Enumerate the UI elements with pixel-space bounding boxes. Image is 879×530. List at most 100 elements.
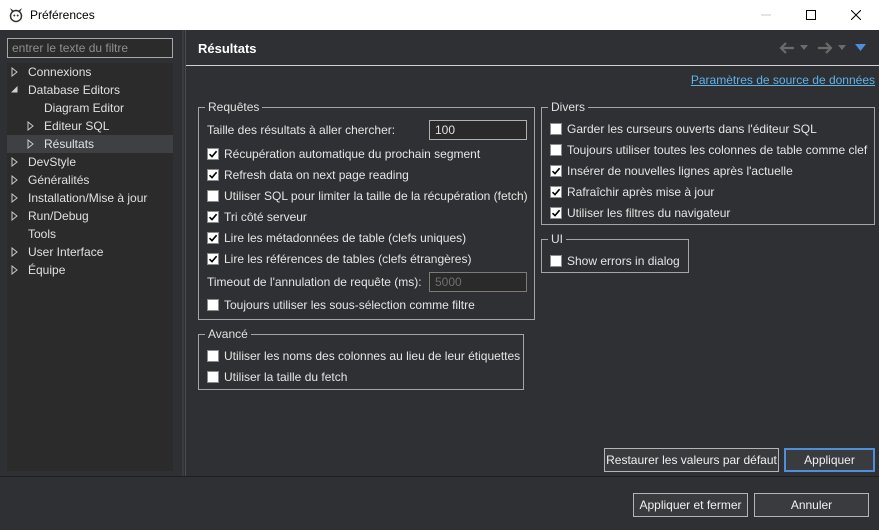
page-header: Résultats: [186, 30, 879, 66]
collapsed-arrow-icon[interactable]: [10, 265, 19, 275]
checkmark-icon: [208, 255, 218, 263]
tree-item-connexions[interactable]: Connexions: [7, 63, 173, 81]
collapsed-arrow-icon[interactable]: [26, 139, 35, 149]
checkbox-box[interactable]: [550, 144, 562, 156]
checkbox-box[interactable]: [550, 123, 562, 135]
back-dropdown-icon[interactable]: [800, 45, 808, 51]
checkbox-box[interactable]: [550, 207, 562, 219]
app-icon: [9, 8, 23, 23]
tree-item-tools[interactable]: Tools: [7, 225, 173, 243]
checkbox-box[interactable]: [550, 255, 562, 267]
checkbox-label: Refresh data on next page reading: [224, 168, 409, 182]
checkbox-label: Insérer de nouvelles lignes après l'actu…: [567, 164, 793, 178]
checkbox-label: Récupération automatique du prochain seg…: [224, 147, 481, 161]
checkbox-box[interactable]: [207, 299, 219, 311]
apply-button[interactable]: Appliquer: [784, 448, 875, 472]
collapsed-arrow-icon[interactable]: [10, 193, 19, 203]
tree-item-installation-mise-a-jour[interactable]: Installation/Mise à jour: [7, 189, 173, 207]
tree-item-label: DevStyle: [28, 155, 77, 169]
checkbox-box[interactable]: [550, 165, 562, 177]
tree-item-label: Généralités: [28, 173, 90, 187]
tree-item-label: User Interface: [28, 245, 104, 259]
checkbox-box[interactable]: [207, 190, 219, 202]
checkmark-icon: [208, 234, 218, 242]
tree-item-label: Run/Debug: [28, 209, 89, 223]
collapsed-arrow-icon[interactable]: [10, 67, 19, 77]
checkbox-box[interactable]: [550, 186, 562, 198]
window-title: Préférences: [30, 8, 95, 22]
tree-item-run-debug[interactable]: Run/Debug: [7, 207, 173, 225]
checkbox-box[interactable]: [207, 350, 219, 362]
forward-dropdown-icon[interactable]: [838, 45, 846, 51]
maximize-button[interactable]: [788, 0, 834, 30]
checkmark-icon: [551, 188, 561, 196]
checkbox-label: Utiliser les filtres du navigateur: [567, 206, 731, 220]
collapsed-arrow-icon[interactable]: [26, 121, 35, 131]
expanded-arrow-icon[interactable]: [10, 85, 19, 95]
queries-group: Requêtes Taille des résultats à aller ch…: [198, 99, 535, 320]
tree-item-user-interface[interactable]: User Interface: [7, 243, 173, 261]
page-title: Résultats: [198, 41, 257, 56]
checkbox-box[interactable]: [207, 211, 219, 223]
tree-item-generalites[interactable]: Généralités: [7, 171, 173, 189]
filter-input[interactable]: [7, 38, 173, 58]
checkbox-label: Lire les métadonnées de table (clefs uni…: [224, 231, 467, 245]
tree-item-label: Installation/Mise à jour: [28, 191, 148, 205]
tree-item-resultats[interactable]: Résultats: [7, 135, 173, 153]
collapsed-arrow-icon[interactable]: [10, 157, 19, 167]
checkbox-box[interactable]: [207, 169, 219, 181]
collapsed-arrow-icon[interactable]: [10, 247, 19, 257]
checkbox-label: Utiliser les noms des colonnes au lieu d…: [224, 349, 521, 363]
checkbox-box[interactable]: [207, 253, 219, 265]
back-arrow-icon[interactable]: [778, 41, 796, 55]
preference-page: Résultats Paramètres de source de donnée…: [185, 30, 879, 476]
apply-and-close-button[interactable]: Appliquer et fermer: [633, 493, 748, 517]
tree-item-label: Équipe: [28, 263, 66, 277]
tree-item-label: Diagram Editor: [44, 101, 125, 115]
checkbox-label: Toujours utiliser toutes les colonnes de…: [567, 143, 868, 157]
tree-item-label: Tools: [28, 227, 57, 241]
checkmark-icon: [208, 213, 218, 221]
preferences-tree: Connexions Database Editors Diagram Editor…: [7, 63, 173, 471]
collapsed-arrow-icon[interactable]: [10, 175, 19, 185]
checkbox-label: Utiliser SQL pour limiter la taille de l…: [224, 189, 528, 203]
preferences-navigation: Connexions Database Editors Diagram Editor…: [0, 30, 180, 476]
checkbox-label: Utiliser la taille du fetch: [224, 370, 348, 384]
tree-item-database-editors[interactable]: Database Editors: [7, 81, 173, 99]
fetch-size-input[interactable]: 100: [429, 120, 527, 140]
tree-item-label: Editeur SQL: [44, 119, 110, 133]
queries-group-title: Requêtes: [205, 99, 263, 115]
tree-item-devstyle[interactable]: DevStyle: [7, 153, 173, 171]
collapsed-arrow-icon[interactable]: [10, 211, 19, 221]
timeout-label: Timeout de l'annulation de requête (ms):: [207, 275, 422, 289]
checkbox-label: Toujours utiliser les sous-sélection com…: [224, 298, 475, 312]
cancel-button[interactable]: Annuler: [754, 493, 869, 517]
checkbox-label: Lire les références de tables (clefs étr…: [224, 252, 472, 266]
checkbox-label: Garder les curseurs ouverts dans l'édite…: [567, 122, 817, 136]
close-icon: [851, 10, 861, 20]
forward-arrow-icon[interactable]: [816, 41, 834, 55]
minimize-button[interactable]: [743, 0, 789, 30]
view-menu-icon[interactable]: [855, 44, 866, 52]
dialog-button-bar: Appliquer et fermer Annuler: [0, 476, 879, 530]
checkbox-box[interactable]: [207, 371, 219, 383]
checkmark-icon: [551, 167, 561, 175]
panel-splitter[interactable]: [182, 30, 184, 476]
checkbox-box[interactable]: [207, 232, 219, 244]
checkbox-label: Tri côté serveur: [224, 210, 307, 224]
tree-item-diagram-editor[interactable]: Diagram Editor: [7, 99, 173, 117]
close-window-button[interactable]: [833, 0, 879, 30]
tree-item-label: Database Editors: [28, 83, 121, 97]
misc-group-title: Divers: [548, 99, 589, 115]
checkbox-box[interactable]: [207, 148, 219, 160]
timeout-input[interactable]: 5000: [429, 272, 527, 292]
checkbox-label: Rafraîchir après mise à jour: [567, 185, 715, 199]
restore-defaults-button[interactable]: Restaurer les valeurs par défaut: [604, 448, 779, 472]
ui-group: UI Show errors in dialog: [541, 231, 689, 273]
checkmark-icon: [551, 209, 561, 217]
tree-item-label: Connexions: [28, 65, 92, 79]
tree-item-equipe[interactable]: Équipe: [7, 261, 173, 279]
datasource-settings-link[interactable]: Paramètres de source de données: [691, 73, 875, 87]
advanced-group: Avancé Utiliser les noms des colonnes au…: [198, 326, 524, 390]
tree-item-editeur-sql[interactable]: Editeur SQL: [7, 117, 173, 135]
